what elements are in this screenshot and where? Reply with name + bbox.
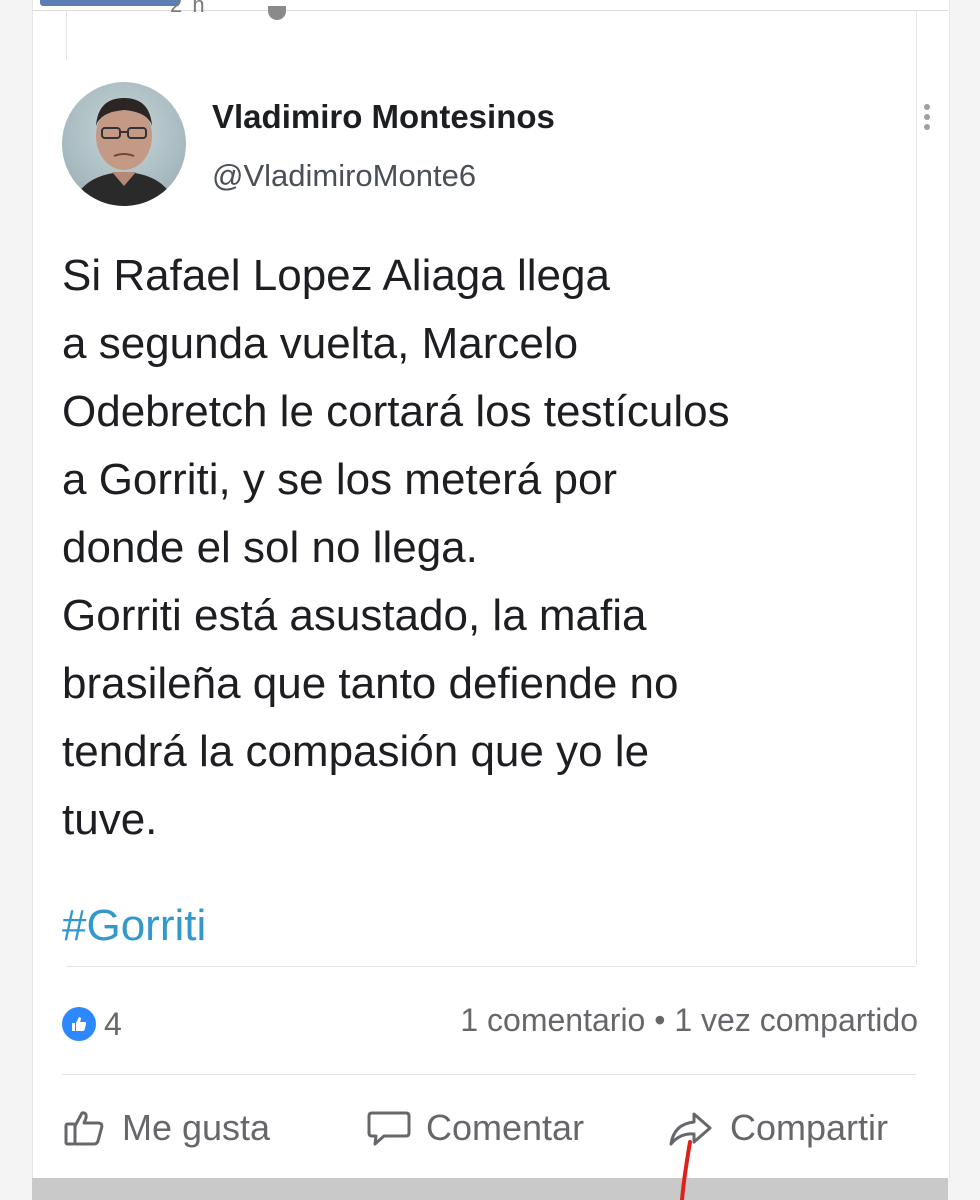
post-text-line: a segunda vuelta, Marcelo: [62, 319, 579, 368]
post-text-line: brasileña que tanto defiende no: [62, 659, 679, 708]
share-button-label: Compartir: [730, 1107, 889, 1148]
post-text-line: tendrá la compasión que yo le: [62, 727, 650, 776]
actions-divider: [62, 1074, 916, 1075]
previous-post-timestamp: 2 h: [170, 0, 207, 17]
post-text-line: Odebretch le cortará los testículos: [62, 387, 730, 436]
post-text-line: Si Rafael Lopez Aliaga llega: [62, 251, 610, 300]
avatar[interactable]: [62, 82, 186, 206]
comment-button[interactable]: Comentar: [366, 1098, 584, 1158]
hashtag-link[interactable]: #Gorriti: [62, 892, 206, 960]
avatar-portrait: [72, 98, 176, 206]
like-button-label: Me gusta: [122, 1107, 271, 1148]
post-text-line: Gorriti está asustado, la mafia: [62, 591, 647, 640]
post-text-line: tuve.: [62, 795, 158, 844]
comment-share-stats[interactable]: 1 comentario • 1 vez compartido: [460, 1002, 918, 1039]
author-name[interactable]: Vladimiro Montesinos: [212, 98, 555, 136]
comment-button-label: Comentar: [426, 1107, 585, 1148]
like-button[interactable]: Me gusta: [62, 1098, 270, 1158]
post-text: Si Rafael Lopez Aliaga llega a segunda v…: [62, 242, 952, 854]
inner-border-left: [66, 10, 67, 60]
post-text-line: donde el sol no llega.: [62, 523, 478, 572]
like-count: 4: [104, 1005, 122, 1042]
post-text-line: a Gorriti, y se los meterá por: [62, 455, 618, 504]
share-button[interactable]: Compartir: [666, 1098, 888, 1158]
thumbs-up-outline-icon: [64, 1111, 104, 1146]
speech-bubble-icon: [367, 1111, 411, 1146]
bottom-edge-bar: [32, 1178, 948, 1200]
author-handle[interactable]: @VladimiroMonte6: [212, 158, 476, 194]
thumbs-up-icon: [62, 1007, 96, 1041]
content-divider: [66, 966, 916, 967]
more-vertical-icon[interactable]: [922, 104, 932, 136]
action-bar: Me gusta Comentar Compartir: [62, 1098, 922, 1158]
reaction-summary[interactable]: 4: [62, 1004, 122, 1044]
previous-post-edge: [40, 0, 180, 6]
red-annotation-mark: [680, 1140, 692, 1200]
